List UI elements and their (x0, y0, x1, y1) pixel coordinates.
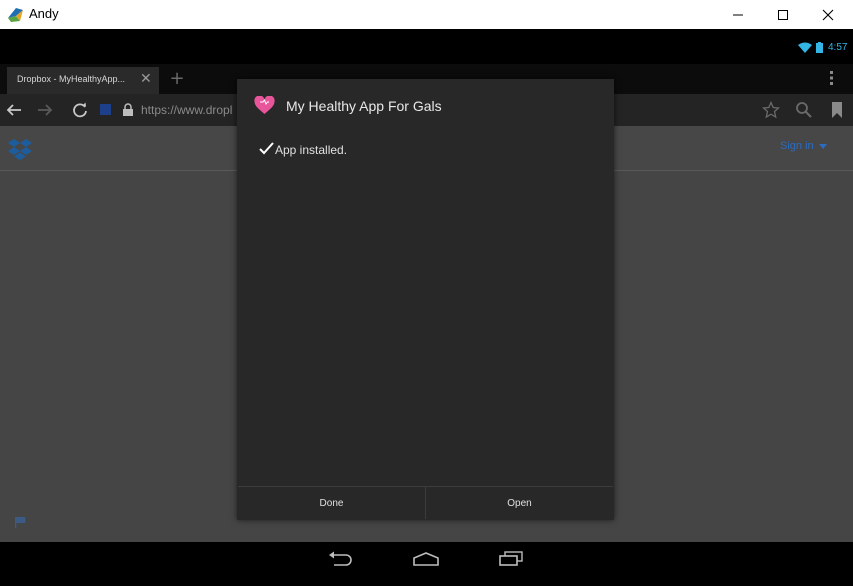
recents-nav-icon[interactable] (498, 551, 524, 567)
window-title: Andy (29, 6, 59, 21)
reload-icon[interactable] (71, 101, 89, 119)
minimize-icon (733, 14, 743, 15)
heart-icon (254, 96, 275, 114)
tab-close-icon[interactable]: ✕ (140, 71, 152, 87)
search-icon[interactable] (795, 101, 813, 119)
close-icon (822, 9, 834, 20)
new-tab-button[interactable]: + (166, 68, 188, 90)
back-icon[interactable] (5, 101, 23, 119)
check-icon (259, 142, 274, 155)
open-button[interactable]: Open (426, 487, 613, 519)
dropbox-logo-icon[interactable] (8, 138, 32, 160)
wifi-icon (798, 42, 812, 53)
url-input[interactable]: https://www.dropl (141, 103, 232, 117)
andy-logo-icon (8, 8, 23, 22)
battery-icon (816, 42, 823, 53)
flag-icon[interactable] (14, 516, 27, 528)
chevron-down-icon (819, 144, 827, 149)
dialog-title: My Healthy App For Gals (286, 98, 442, 114)
back-nav-icon[interactable] (328, 551, 354, 567)
status-clock: 4:57 (828, 42, 848, 53)
done-button[interactable]: Done (238, 487, 425, 519)
forward-icon[interactable] (36, 101, 54, 119)
star-icon[interactable] (762, 101, 780, 119)
minimize-button[interactable] (715, 0, 761, 29)
sign-in-link[interactable]: Sign in (780, 140, 814, 152)
bookmark-icon[interactable] (830, 101, 844, 119)
menu-icon[interactable] (827, 70, 837, 86)
home-nav-icon[interactable] (412, 551, 440, 567)
android-status-bar (0, 29, 853, 64)
dialog-message: App installed. (275, 143, 348, 157)
maximize-button[interactable] (760, 0, 806, 29)
close-button[interactable] (805, 0, 851, 29)
maximize-icon (778, 9, 788, 20)
tab-title: Dropbox - MyHealthyApp... (17, 74, 126, 84)
site-favicon (100, 104, 111, 115)
lock-icon (123, 103, 133, 116)
